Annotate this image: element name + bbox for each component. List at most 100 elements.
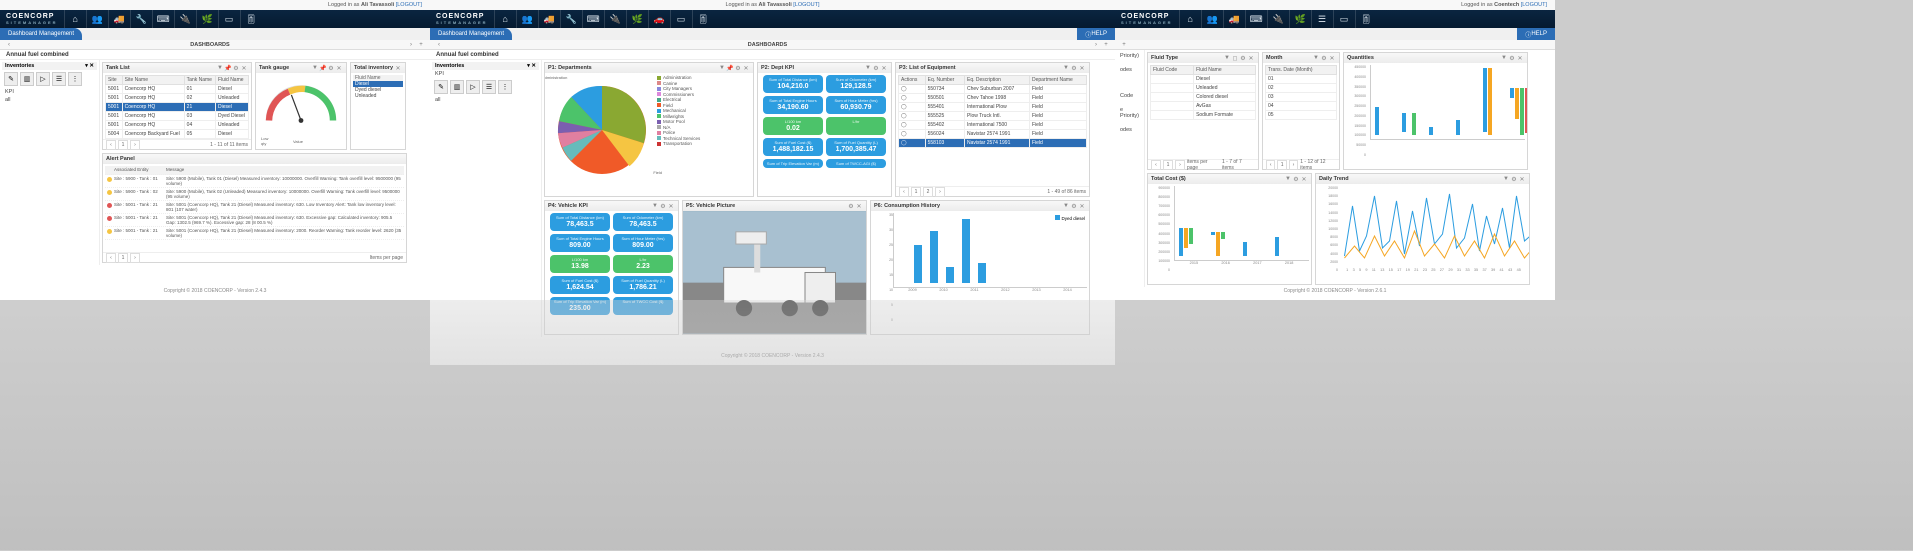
table-row[interactable]: ◯555525Plow Truck Intl.Field [899, 112, 1087, 121]
sidebar-inventories[interactable]: Inventories [5, 63, 34, 69]
panel-equipment: P3: List of Equipment▼⚙✕ ActionsEq. Numb… [895, 62, 1090, 197]
sliders-icon[interactable]: 🎚 [240, 10, 262, 28]
tab-dashboard-mgmt[interactable]: Dashboard Management [0, 28, 82, 40]
plug-icon[interactable]: 🔌 [1267, 10, 1289, 28]
sliders-icon[interactable]: 🎚 [1355, 10, 1377, 28]
home-icon[interactable]: ⌂ [64, 10, 86, 28]
logout-link[interactable]: [LOGOUT] [396, 2, 422, 8]
wrench-icon[interactable]: 🔧 [130, 10, 152, 28]
tree-icon[interactable]: 🌿 [626, 10, 648, 28]
close-icon[interactable]: ✕ [240, 65, 248, 72]
sliders-icon[interactable]: 🎚 [692, 10, 714, 28]
settings-icon[interactable]: ⚙ [232, 65, 240, 72]
dash-prev[interactable]: ‹ [4, 42, 14, 48]
alert-row[interactable]: Site : 5001 - Tank : 21Site: 5001 (Coenc… [105, 227, 404, 240]
keyboard-icon[interactable]: ⌨ [582, 10, 604, 28]
sidebar-btn-edit[interactable]: ✎ [434, 80, 448, 94]
table-row[interactable]: 5004Coencorp Backyard Fuel05Diesel [106, 130, 249, 139]
sidebar-btn-chart[interactable]: ▥ [20, 72, 34, 86]
plug-icon[interactable]: 🔌 [604, 10, 626, 28]
table-row[interactable]: 04 [1266, 102, 1337, 111]
table-row[interactable]: Sodium Formate [1151, 111, 1256, 120]
tree-icon[interactable]: 🌿 [196, 10, 218, 28]
truck-icon[interactable]: 🚚 [538, 10, 560, 28]
pin-icon[interactable]: 📌 [224, 65, 232, 72]
keyboard-icon[interactable]: ⌨ [1245, 10, 1267, 28]
plug-icon[interactable]: 🔌 [174, 10, 196, 28]
table-row[interactable]: 05 [1266, 111, 1337, 120]
sidebar-btn-list[interactable]: ☰ [482, 80, 496, 94]
list-item[interactable]: Unleaded [353, 93, 403, 99]
alert-row[interactable]: Site : 5900 - Tank : 02Site: 5900 (Mobil… [105, 188, 404, 201]
table-row[interactable]: Colored diesel [1151, 93, 1256, 102]
brand-logo[interactable]: COENCORPSITEMANAGER [0, 11, 64, 27]
table-row[interactable]: AvGas [1151, 102, 1256, 111]
help-button[interactable]: ⓘ HELP [1077, 28, 1115, 40]
vehicle-icon[interactable]: 🚗 [648, 10, 670, 28]
help-button[interactable]: ⓘ HELP [1517, 28, 1555, 40]
kpi-tile: Sum of Fuel Cost ($)1,624.54 [550, 276, 610, 294]
close-icon[interactable]: ✕ [335, 65, 343, 72]
panel-alerts: Alert Panel Associated EntityMessage Sit… [102, 153, 407, 263]
brand-logo[interactable]: COENCORPSITEMANAGER [430, 11, 494, 27]
table-row[interactable]: 01 [1266, 75, 1337, 84]
list-icon[interactable]: ☰ [1311, 10, 1333, 28]
equip-table[interactable]: ActionsEq. NumberEq. DescriptionDepartme… [898, 75, 1087, 148]
table-row[interactable]: 03 [1266, 93, 1337, 102]
filter-icon[interactable]: ▼ [216, 65, 224, 71]
sidebar-btn-list[interactable]: ☰ [52, 72, 66, 86]
kpi-tile: Sum of Total Distance (km)78,463.5 [550, 213, 610, 231]
table-row[interactable]: ◯558103Navistar 2574 1991Field [899, 139, 1087, 148]
keyboard-icon[interactable]: ⌨ [152, 10, 174, 28]
table-row[interactable]: ◯555401International PlowField [899, 103, 1087, 112]
table-row[interactable]: 5001Coencorp HQ03Dyed Diesel [106, 112, 249, 121]
brand-logo[interactable]: COENCORPSITEMANAGER [1115, 11, 1179, 27]
table-row[interactable]: 5001Coencorp HQ01Diesel [106, 85, 249, 94]
alert-row[interactable]: Site : 5001 - Tank : 21Site: 5001 (Coenc… [105, 201, 404, 214]
users-icon[interactable]: 👥 [516, 10, 538, 28]
tab-dashboard-mgmt[interactable]: Dashboard Management [430, 28, 512, 40]
table-row[interactable]: ◯550501Chev Tahoe 1998Field [899, 94, 1087, 103]
logout-link[interactable]: [LOGOUT] [793, 2, 819, 8]
card-icon[interactable]: ▭ [670, 10, 692, 28]
table-row[interactable]: 5001Coencorp HQ21Diesel [106, 103, 249, 112]
truck-icon[interactable]: 🚚 [108, 10, 130, 28]
settings-icon[interactable]: ⚙ [327, 65, 335, 72]
legend-item: Dyed diesel [1061, 216, 1085, 221]
pin-icon[interactable]: 📌 [319, 65, 327, 72]
home-icon[interactable]: ⌂ [494, 10, 516, 28]
pager[interactable]: ‹1›1 - 11 of 11 items [103, 139, 251, 149]
alert-row[interactable]: Site : 5001 - Tank : 21Site: 5001 (Coenc… [105, 214, 404, 227]
table-row[interactable]: Unleaded [1151, 84, 1256, 93]
sidebar-btn-chart[interactable]: ▥ [450, 80, 464, 94]
filter-icon[interactable]: ▼ [311, 65, 319, 71]
table-row[interactable]: ◯556024Navistar 2574 1991Field [899, 130, 1087, 139]
table-row[interactable]: ◯550734Chev Suburban 2007Field [899, 85, 1087, 94]
wrench-icon[interactable]: 🔧 [560, 10, 582, 28]
table-row[interactable]: 5001Coencorp HQ02Unleaded [106, 94, 249, 103]
table-row[interactable]: Diesel [1151, 75, 1256, 84]
sidebar-btn-more[interactable]: ⋮ [498, 80, 512, 94]
card-icon[interactable]: ▭ [218, 10, 240, 28]
truck-icon[interactable]: 🚚 [1223, 10, 1245, 28]
sidebar-btn-play[interactable]: ▷ [466, 80, 480, 94]
sidebar-item-kpi[interactable]: KPI [2, 88, 97, 96]
users-icon[interactable]: 👥 [86, 10, 108, 28]
table-row[interactable]: 02 [1266, 84, 1337, 93]
table-row[interactable]: ◯555402International 7500Field [899, 121, 1087, 130]
logout-link[interactable]: [LOGOUT] [1521, 2, 1547, 8]
table-row[interactable]: 5001Coencorp HQ04Unleaded [106, 121, 249, 130]
dash-add[interactable]: + [416, 42, 426, 48]
sidebar-btn-play[interactable]: ▷ [36, 72, 50, 86]
close-icon[interactable]: ✕ [394, 65, 402, 72]
sidebar-btn-more[interactable]: ⋮ [68, 72, 82, 86]
sidebar-btn-edit[interactable]: ✎ [4, 72, 18, 86]
alert-row[interactable]: Site : 5900 - Tank : 01Site: 5900 (Mobil… [105, 175, 404, 188]
home-icon[interactable]: ⌂ [1179, 10, 1201, 28]
dash-next[interactable]: › [406, 42, 416, 48]
card-icon[interactable]: ▭ [1333, 10, 1355, 28]
tank-table[interactable]: SiteSite NameTank NameFluid Name 5001Coe… [105, 75, 249, 139]
tree-icon[interactable]: 🌿 [1289, 10, 1311, 28]
users-icon[interactable]: 👥 [1201, 10, 1223, 28]
sidebar-item-all[interactable]: all [2, 96, 97, 104]
